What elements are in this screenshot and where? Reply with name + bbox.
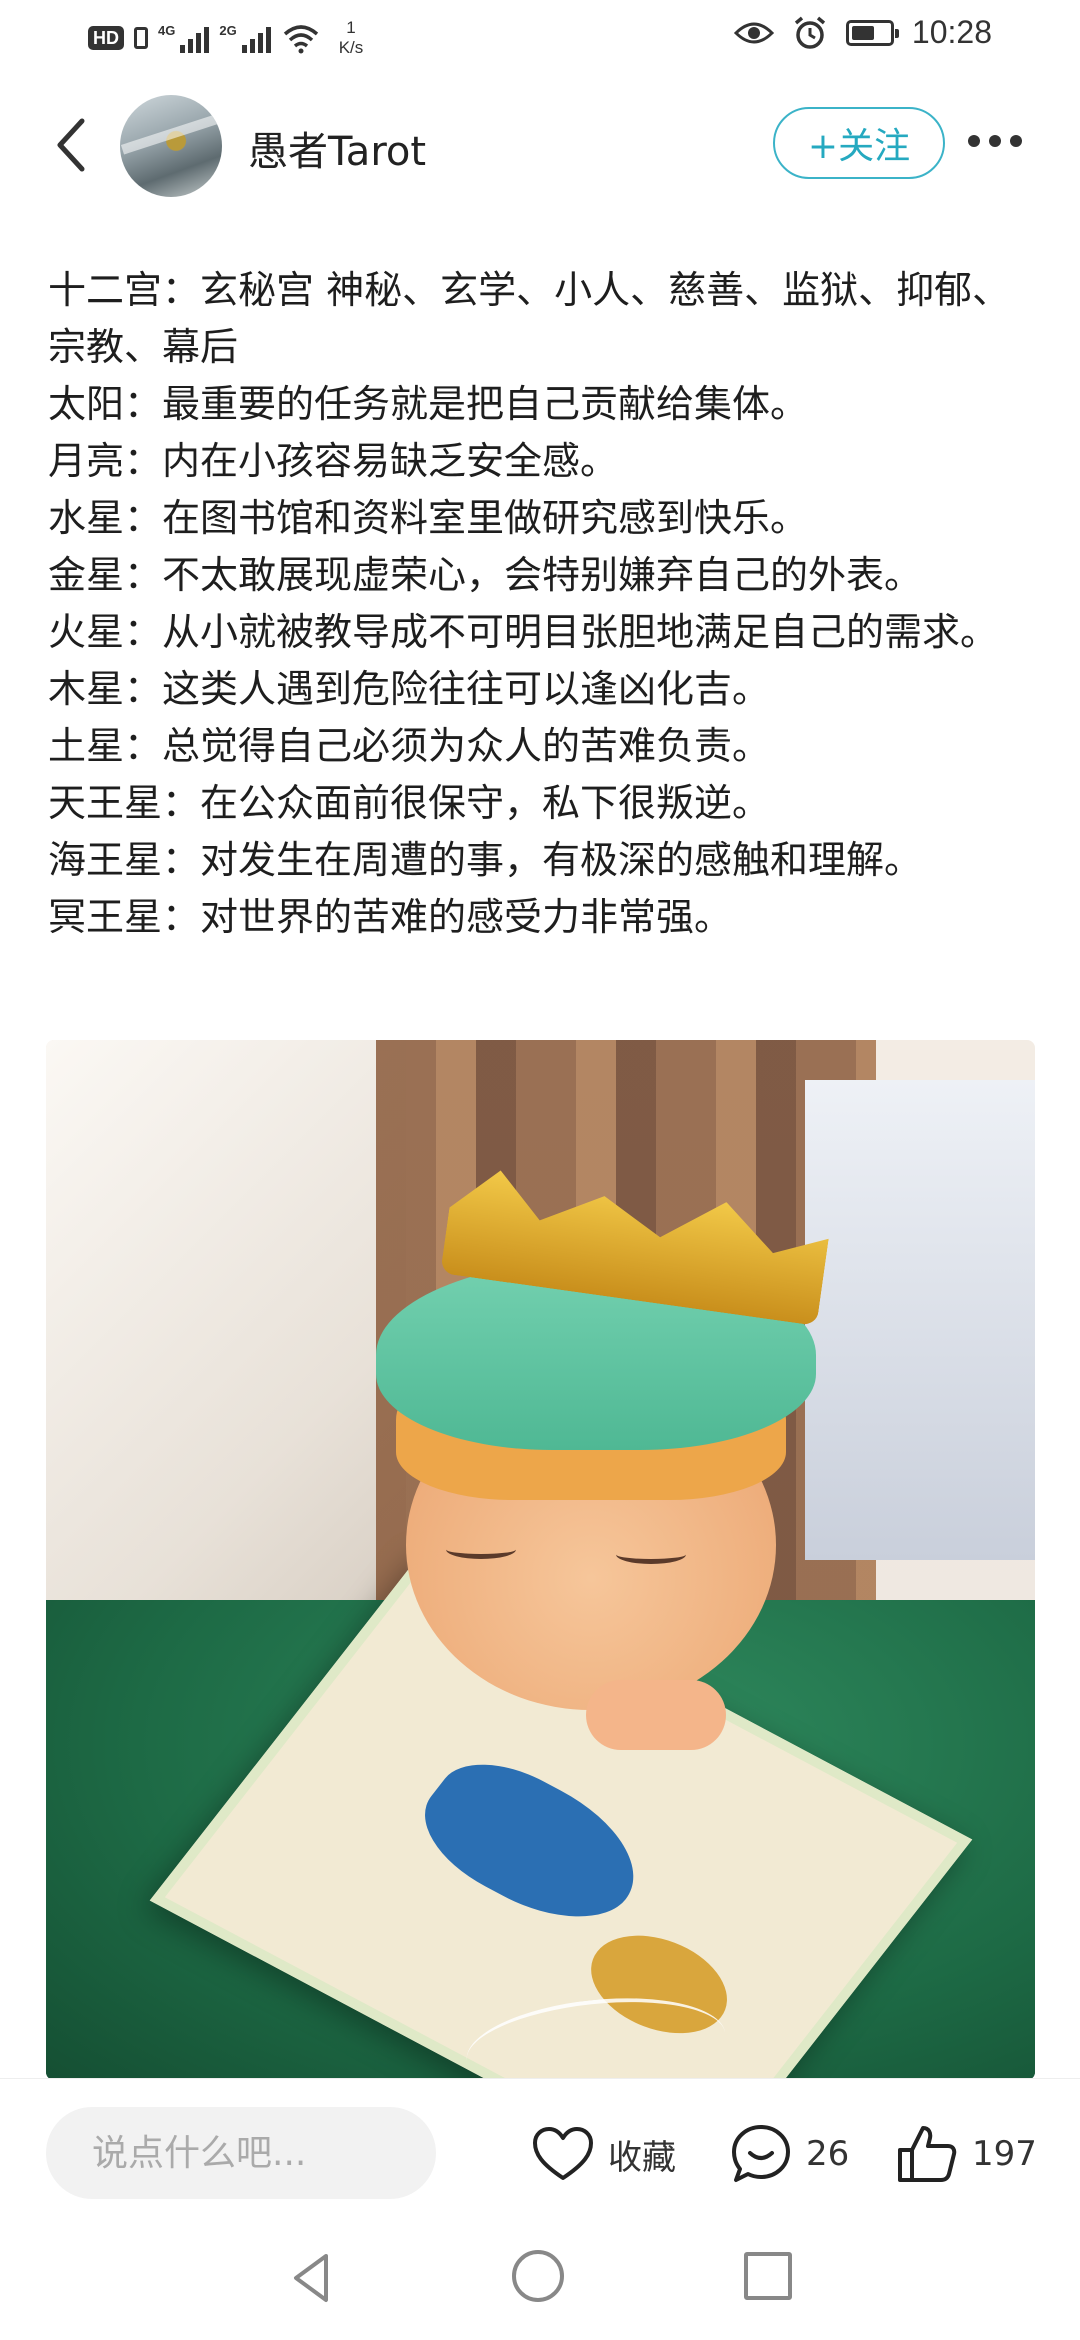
thumbs-up-icon [898,2126,957,2182]
network-type-2g: 2G [219,23,237,38]
comment-bubble-icon [732,2125,790,2182]
nav-home-icon[interactable] [512,2250,564,2302]
post-header: 愚者Tarot +关注 [0,85,1080,205]
network-type-4g: 4G [158,23,176,38]
like-button[interactable]: 197 [896,2119,1037,2189]
post-line: 十二宫：玄秘宫 神秘、玄学、小人、慈善、监狱、抑郁、宗教、幕后 [48,268,1011,369]
bottom-action-bar: 收藏 26 197 [0,2078,1080,2221]
network-speed: 1 K/s [339,18,364,58]
post-line: 海王星：对发生在周遭的事，有极深的感触和理解。 [48,838,923,882]
post-line: 天王星：在公众面前很保守，私下很叛逆。 [48,781,771,825]
post-line: 金星：不太敢展现虚荣心，会特别嫌弃自己的外表。 [48,553,923,597]
heart-icon [533,2127,593,2180]
system-nav-bar [0,2220,1080,2340]
post-line: 太阳：最重要的任务就是把自己贡献给集体。 [48,382,809,426]
hd-badge: HD [88,26,124,50]
post-line: 月亮：内在小孩容易缺乏安全感。 [48,439,619,483]
status-left: HD 4G 2G 1 K/s [88,18,363,58]
post-line: 水星：在图书馆和资料室里做研究感到快乐。 [48,496,809,540]
network-speed-unit: K/s [338,38,364,57]
network-speed-value: 1 [346,18,356,37]
post-line: 冥王星：对世界的苦难的感受力非常强。 [48,895,733,939]
favorite-label: 收藏 [608,2137,676,2178]
post-line: 木星：这类人遇到危险往往可以逢凶化吉。 [48,667,771,711]
comment-button[interactable]: 26 [730,2119,849,2189]
signal-2g-icon: 2G [219,23,271,53]
status-right: 10:28 [733,14,992,51]
favorite-button[interactable]: 收藏 [532,2119,676,2189]
battery-icon [845,19,899,46]
nav-recent-icon[interactable] [744,2252,792,2300]
avatar[interactable] [120,95,222,197]
status-time: 10:28 [911,14,992,50]
follow-button[interactable]: +关注 [773,107,945,179]
post-line: 土星：总觉得自己必须为众人的苦难负责。 [48,724,771,768]
post-image[interactable] [46,1040,1035,2080]
wifi-icon [283,25,318,54]
nav-back-icon[interactable] [282,2248,342,2308]
back-button[interactable] [48,115,98,175]
sim-icon [134,27,148,49]
eye-icon [733,22,774,43]
post-line: 火星：从小就被教导成不可明目张胆地满足自己的需求。 [48,610,999,654]
username[interactable]: 愚者Tarot [248,119,426,177]
alarm-icon [794,16,826,49]
post-content: 十二宫：玄秘宫 神秘、玄学、小人、慈善、监狱、抑郁、宗教、幕后 太阳：最重要的任… [48,262,1040,946]
comment-input[interactable] [46,2107,436,2199]
signal-4g-icon: 4G [158,23,210,53]
more-dots-icon[interactable] [968,135,1026,155]
status-bar: HD 4G 2G 1 K/s 10:28 [0,0,1080,80]
like-count: 197 [972,2134,1037,2174]
comment-count: 26 [806,2134,850,2174]
